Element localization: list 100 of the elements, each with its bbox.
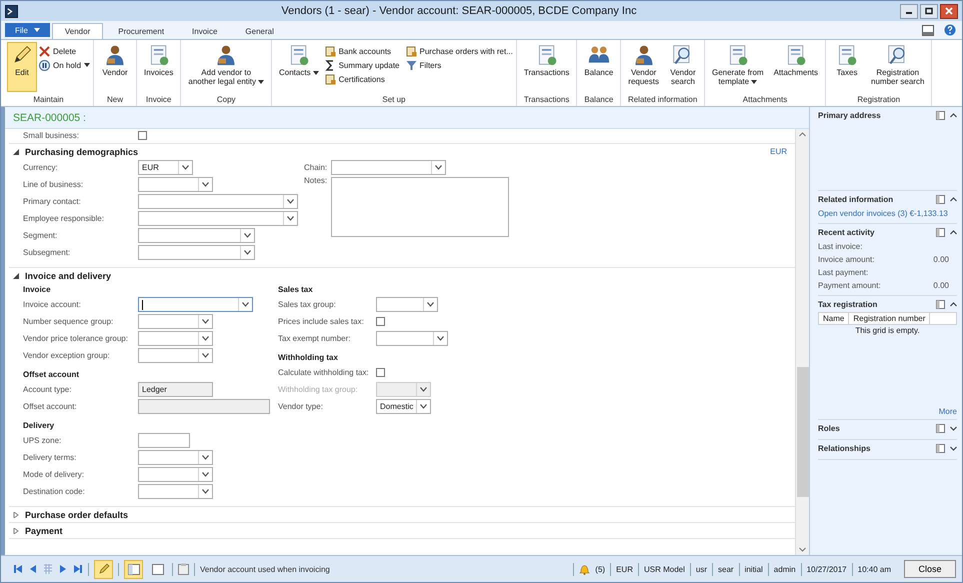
dropdown-field[interactable] xyxy=(138,211,298,226)
ribbon-group-label: Invoice xyxy=(145,95,172,106)
toolbar-toggle[interactable] xyxy=(94,560,113,578)
ribbon-button[interactable]: Purchase orders with ret... xyxy=(406,44,513,58)
pane-icon[interactable] xyxy=(936,110,945,120)
file-menu-tab[interactable]: File xyxy=(5,23,50,37)
dropdown-field[interactable] xyxy=(331,160,446,175)
window-layout-icon[interactable] xyxy=(922,24,934,36)
ribbon-button[interactable]: Delete xyxy=(39,44,90,58)
dropdown-field[interactable] xyxy=(138,467,213,482)
chevron-up-icon[interactable] xyxy=(950,196,957,202)
alert-count[interactable]: (5) xyxy=(595,564,606,574)
dropdown-field[interactable] xyxy=(138,348,213,363)
chevron-up-icon[interactable] xyxy=(950,112,957,118)
column-header[interactable]: Registration number xyxy=(849,313,930,324)
ribbon-button[interactable]: Edit xyxy=(7,42,37,92)
ribbon-button[interactable]: Attachments xyxy=(770,42,822,79)
input-field[interactable] xyxy=(138,433,190,448)
last-record-icon[interactable] xyxy=(73,564,83,574)
ribbon-button[interactable]: Balance xyxy=(580,42,618,79)
dropdown-field[interactable] xyxy=(376,331,448,346)
chevron-down-icon xyxy=(202,489,209,494)
ribbon-tab[interactable]: Vendor xyxy=(52,23,104,39)
section-title[interactable]: Invoice and delivery xyxy=(25,270,112,280)
ribbon-button[interactable]: Invoices xyxy=(140,42,178,79)
ribbon-button[interactable]: Generate from template xyxy=(708,42,768,88)
notes-field[interactable] xyxy=(331,177,509,237)
checkbox[interactable] xyxy=(376,368,385,377)
ribbon-button[interactable]: Vendor xyxy=(97,42,134,79)
dropdown-field[interactable]: EUR xyxy=(138,160,193,175)
next-record-icon[interactable] xyxy=(58,564,68,574)
chevron-up-icon[interactable] xyxy=(950,230,957,234)
expand-triangle-icon[interactable] xyxy=(13,528,19,534)
dropdown-field[interactable] xyxy=(376,297,438,312)
ribbon-tab[interactable]: Procurement xyxy=(105,23,178,39)
ribbon-button[interactable]: Taxes xyxy=(829,42,866,79)
person-icon xyxy=(632,44,655,66)
dropdown-field[interactable] xyxy=(138,228,255,243)
pane-icon[interactable] xyxy=(936,300,945,308)
toolbar-toggle[interactable] xyxy=(124,560,143,578)
scroll-up-icon[interactable] xyxy=(799,132,806,137)
dropdown-field[interactable] xyxy=(138,194,298,209)
first-record-icon[interactable] xyxy=(13,564,23,574)
expand-triangle-icon[interactable] xyxy=(13,512,19,518)
dropdown-field[interactable] xyxy=(138,314,213,329)
currency-link[interactable]: EUR xyxy=(770,147,787,156)
checkbox[interactable] xyxy=(138,130,147,140)
dropdown-field[interactable] xyxy=(138,297,253,312)
column-header[interactable]: Name xyxy=(819,313,850,324)
ribbon-button[interactable]: Transactions xyxy=(520,42,574,79)
close-form-button[interactable]: Close xyxy=(904,560,956,578)
pane-icon[interactable] xyxy=(936,444,945,452)
dropdown-field[interactable]: Domestic xyxy=(376,399,431,414)
dropdown-field[interactable] xyxy=(138,484,213,499)
collapse-triangle-icon[interactable] xyxy=(13,272,19,278)
pane-icon[interactable] xyxy=(936,194,945,204)
chevron-down-icon[interactable] xyxy=(950,446,957,450)
chevron-down-icon xyxy=(202,353,209,358)
pane-icon[interactable] xyxy=(936,424,945,432)
ribbon-button[interactable]: Contacts xyxy=(275,42,323,79)
pane-icon[interactable] xyxy=(936,228,945,236)
dropdown-field[interactable] xyxy=(138,245,255,260)
field-label: Subsegment: xyxy=(23,248,72,257)
chevron-up-icon[interactable] xyxy=(950,302,957,306)
ribbon-button[interactable]: On hold xyxy=(39,58,90,72)
factbox-link[interactable]: Open vendor invoices (3) €-1,133.13 xyxy=(818,209,948,218)
ribbon-button[interactable]: Registration number search xyxy=(867,42,928,88)
ribbon-button[interactable]: Vendor requests xyxy=(624,42,663,88)
minimize-button[interactable] xyxy=(900,4,918,18)
funnel-icon xyxy=(406,60,416,70)
close-button[interactable] xyxy=(940,4,958,18)
ribbon-button[interactable]: Vendor search xyxy=(664,42,701,88)
checkbox[interactable] xyxy=(376,317,385,326)
ribbon-tab[interactable]: General xyxy=(232,23,287,39)
vertical-scrollbar[interactable] xyxy=(795,129,809,555)
activity-label: Last payment: xyxy=(818,268,868,277)
section-title[interactable]: Payment xyxy=(25,526,63,536)
ribbon-button[interactable]: Summary update xyxy=(324,58,400,72)
section-title[interactable]: Purchasing demographics xyxy=(25,146,138,156)
ribbon-tab[interactable]: Invoice xyxy=(179,23,230,39)
bell-icon[interactable] xyxy=(579,564,590,574)
dropdown-field[interactable] xyxy=(138,450,213,465)
dropdown-field[interactable] xyxy=(138,177,213,192)
ribbon-button[interactable]: Bank accounts xyxy=(324,44,400,58)
ribbon-button[interactable]: Certifications xyxy=(324,72,400,86)
more-link[interactable]: More xyxy=(938,407,957,416)
ribbon-button[interactable]: Add vendor to another legal entity xyxy=(184,42,268,88)
activity-label: Invoice amount: xyxy=(818,255,874,264)
pause-icon xyxy=(39,60,50,70)
collapse-triangle-icon[interactable] xyxy=(13,148,19,154)
previous-record-icon[interactable] xyxy=(28,564,38,574)
dropdown-field[interactable] xyxy=(138,331,213,346)
help-icon[interactable] xyxy=(944,24,956,36)
clipboard-icon[interactable] xyxy=(178,563,189,575)
ribbon-group-label: Maintain xyxy=(32,95,65,106)
scroll-down-icon[interactable] xyxy=(799,547,806,552)
chevron-down-icon[interactable] xyxy=(950,426,957,430)
ribbon-button[interactable]: Filters xyxy=(406,58,513,72)
maximize-button[interactable] xyxy=(920,4,938,18)
section-title[interactable]: Purchase order defaults xyxy=(25,510,128,520)
